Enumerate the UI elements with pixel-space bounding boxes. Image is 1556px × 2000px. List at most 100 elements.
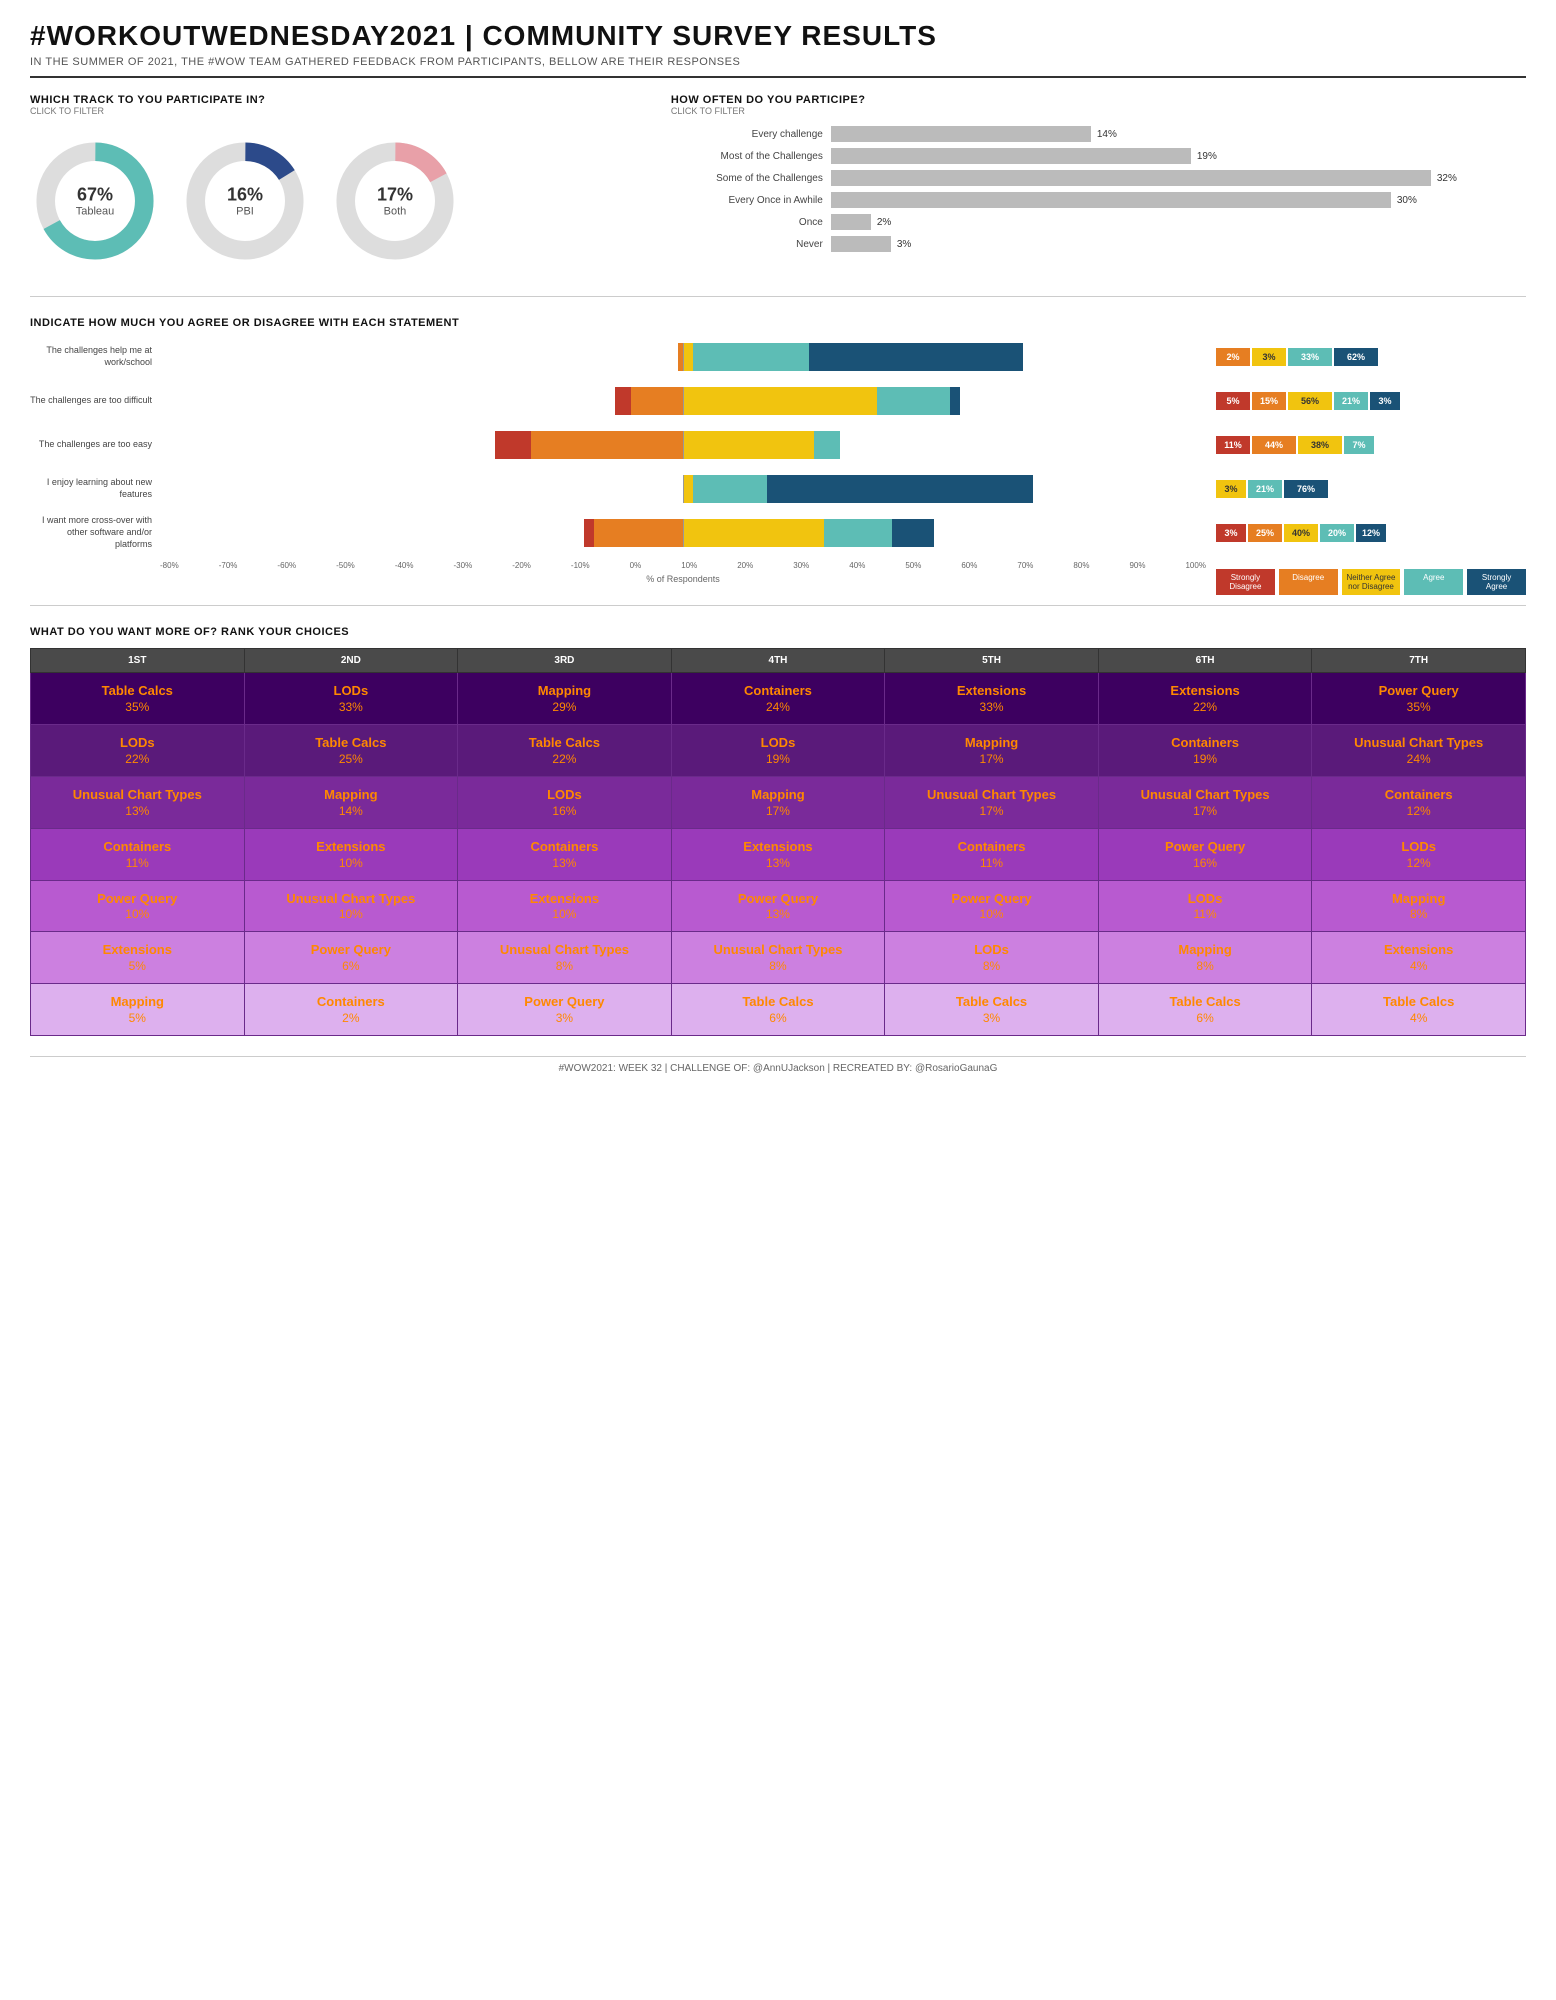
list-item: Power Query10%	[31, 880, 245, 932]
freq-label-2: Some of the Challenges	[671, 173, 831, 184]
legend-sa: Strongly Agree	[1467, 569, 1526, 595]
a-bar-3	[693, 475, 766, 503]
list-item: Extensions22%	[1098, 673, 1312, 725]
div-label-0: The challenges help me at work/school	[30, 345, 160, 368]
div-row-0: The challenges help me at work/school	[160, 341, 1206, 373]
donut-tableau-label: Tableau	[76, 206, 115, 218]
div-bars-area: The challenges help me at work/school	[30, 341, 1206, 549]
legend-d: Disagree	[1279, 569, 1338, 595]
col-2nd: 2ND	[244, 649, 458, 673]
list-item: Table Calcs22%	[458, 724, 672, 776]
donut-pbi-chart: 16% PBI	[180, 136, 310, 266]
leg-sd-2: 11%	[1216, 436, 1250, 454]
center-line-4	[683, 519, 684, 547]
donut-tableau[interactable]: 67% Tableau	[30, 136, 160, 266]
freq-bar-wrap-3: 30%	[831, 192, 1526, 208]
neg-side-0	[160, 343, 683, 371]
legend-a: Agree	[1404, 569, 1463, 595]
donuts-container: 67% Tableau 16% PB	[30, 126, 641, 276]
col-4th: 4TH	[671, 649, 885, 673]
leg-d-2: 44%	[1252, 436, 1296, 454]
donut-both-center: 17% Both	[377, 185, 413, 218]
pos-side-4	[683, 519, 1206, 547]
freq-bar-3	[831, 192, 1391, 208]
freq-pct-0: 14%	[1097, 129, 1117, 140]
list-item: Containers24%	[671, 673, 885, 725]
list-item: Extensions4%	[1312, 932, 1526, 984]
donut-pbi-pct: 16%	[227, 185, 263, 206]
list-item: LODs16%	[458, 776, 672, 828]
list-item: Power Query16%	[1098, 828, 1312, 880]
freq-row-4: Once 2%	[671, 214, 1526, 230]
freq-bar-5	[831, 236, 891, 252]
list-item: Mapping5%	[31, 984, 245, 1036]
agreement-title: INDICATE HOW MUCH YOU AGREE OR DISAGREE …	[30, 317, 1526, 329]
ranking-header-row: 1ST 2ND 3RD 4TH 5TH 6TH 7TH	[31, 649, 1526, 673]
sd-bar-4	[584, 519, 594, 547]
leg-n-1: 56%	[1288, 392, 1332, 410]
freq-label-1: Most of the Challenges	[671, 151, 831, 162]
sd-bar-2	[495, 431, 532, 459]
freq-bar-4	[831, 214, 871, 230]
list-item: Containers12%	[1312, 776, 1526, 828]
a-bar-0	[693, 343, 808, 371]
ranking-table: 1ST 2ND 3RD 4TH 5TH 6TH 7TH Table Calcs3…	[30, 648, 1526, 1036]
donut-both-chart: 17% Both	[330, 136, 460, 266]
track-section: WHICH TRACK TO YOU PARTICIPATE IN? CLICK…	[30, 94, 641, 276]
table-row: Mapping5%Containers2%Power Query3% Table …	[31, 984, 1526, 1036]
list-item: Table Calcs3%	[885, 984, 1099, 1036]
list-item: Extensions10%	[244, 828, 458, 880]
leg-sd-1: 5%	[1216, 392, 1250, 410]
list-item: Containers2%	[244, 984, 458, 1036]
list-item: Mapping8%	[1098, 932, 1312, 984]
freq-bar-wrap-5: 3%	[831, 236, 1526, 252]
freq-pct-3: 30%	[1397, 195, 1417, 206]
div-bar-2	[160, 431, 1206, 459]
list-item: Power Query13%	[671, 880, 885, 932]
div-row-2: The challenges are too easy	[160, 429, 1206, 461]
list-item: Table Calcs4%	[1312, 984, 1526, 1036]
div-row-1: The challenges are too difficult	[160, 385, 1206, 417]
n-bar-0	[683, 343, 693, 371]
freq-label-5: Never	[671, 239, 831, 250]
pos-side-2	[683, 431, 1206, 459]
donut-tableau-pct: 67%	[76, 185, 115, 206]
leg-sa-1: 3%	[1370, 392, 1400, 410]
sa-bar-1	[950, 387, 960, 415]
track-filter-hint: CLICK TO FILTER	[30, 106, 641, 116]
neg-side-4	[160, 519, 683, 547]
freq-label: HOW OFTEN DO YOU PARTICIPE?	[671, 94, 1526, 106]
div-bar-3	[160, 475, 1206, 503]
freq-bar-wrap-0: 14%	[831, 126, 1526, 142]
list-item: Mapping17%	[671, 776, 885, 828]
agreement-chart-container: The challenges help me at work/school	[30, 341, 1526, 595]
list-item: Containers11%	[31, 828, 245, 880]
legend-n: Neither Agree nor Disagree	[1342, 569, 1401, 595]
donut-pbi[interactable]: 16% PBI	[180, 136, 310, 266]
neg-side-2	[160, 431, 683, 459]
list-item: Power Query6%	[244, 932, 458, 984]
donut-tableau-center: 67% Tableau	[76, 185, 115, 218]
leg-d-4: 25%	[1248, 524, 1282, 542]
page-subtitle: IN THE SUMMER OF 2021, THE #WOW TEAM GAT…	[30, 56, 1526, 68]
donut-pbi-center: 16% PBI	[227, 185, 263, 218]
freq-label-4: Once	[671, 217, 831, 228]
table-row: Power Query10%Unusual Chart Types10%Exte…	[31, 880, 1526, 932]
section-track-frequency: WHICH TRACK TO YOU PARTICIPATE IN? CLICK…	[30, 94, 1526, 297]
freq-bar-0	[831, 126, 1091, 142]
freq-label-3: Every Once in Awhile	[671, 195, 831, 206]
leg-a-4: 20%	[1320, 524, 1354, 542]
donut-both[interactable]: 17% Both	[330, 136, 460, 266]
div-label-2: The challenges are too easy	[30, 439, 160, 451]
col-7th: 7TH	[1312, 649, 1526, 673]
neg-side-3	[160, 475, 683, 503]
list-item: Power Query3%	[458, 984, 672, 1036]
list-item: Extensions33%	[885, 673, 1099, 725]
list-item: Unusual Chart Types24%	[1312, 724, 1526, 776]
list-item: Extensions10%	[458, 880, 672, 932]
list-item: Containers11%	[885, 828, 1099, 880]
col-6th: 6TH	[1098, 649, 1312, 673]
center-line-3	[683, 475, 684, 503]
freq-row-1: Most of the Challenges 19%	[671, 148, 1526, 164]
section-agreement: INDICATE HOW MUCH YOU AGREE OR DISAGREE …	[30, 317, 1526, 606]
